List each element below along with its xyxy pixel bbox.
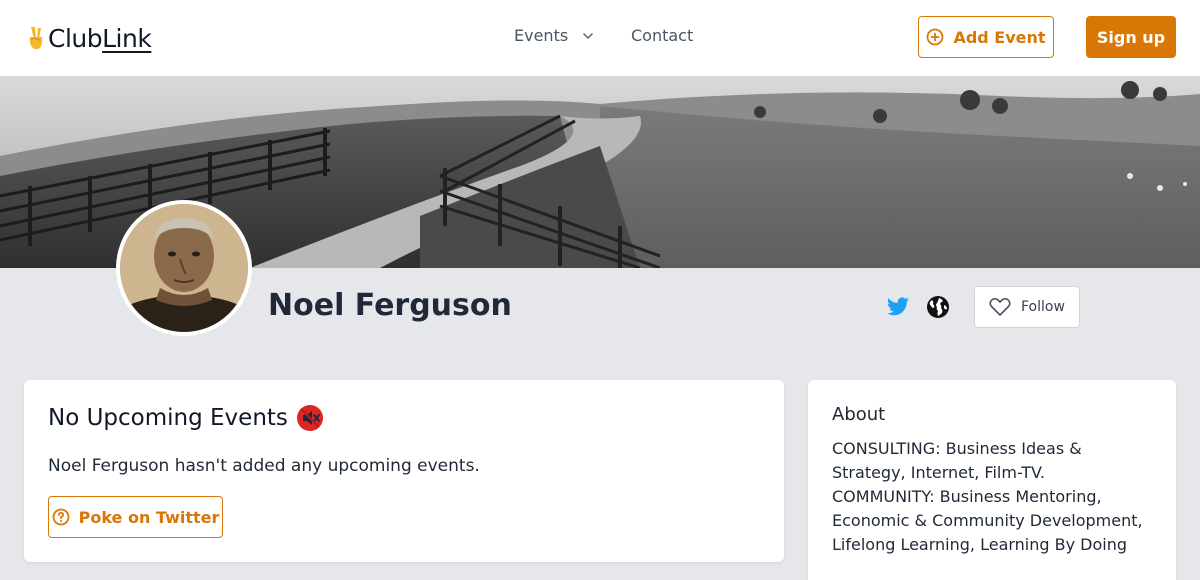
heart-icon xyxy=(989,297,1011,316)
about-text: CONSULTING: Business Ideas & Strategy, I… xyxy=(832,439,1143,554)
nav-events-dropdown[interactable]: Events xyxy=(514,26,594,45)
no-events-message: Noel Ferguson hasn't added any upcoming … xyxy=(48,456,480,476)
events-heading-text: No Upcoming Events xyxy=(48,405,288,431)
question-circle-icon xyxy=(52,508,70,526)
logo-text-link: Link xyxy=(102,23,152,53)
follow-label: Follow xyxy=(1021,299,1065,315)
logo-text-club: Club xyxy=(48,23,103,53)
muted-speaker-icon xyxy=(296,405,323,431)
victory-hand-icon xyxy=(29,27,42,50)
sign-up-button[interactable]: Sign up xyxy=(1086,16,1176,58)
follow-button[interactable]: Follow xyxy=(974,286,1080,328)
profile-avatar xyxy=(116,200,252,336)
poke-label: Poke on Twitter xyxy=(78,507,220,527)
clublink-logo[interactable]: Club Link xyxy=(26,22,152,54)
site-header: Club Link Events Contact Add Event Sign u… xyxy=(0,0,1200,76)
add-event-label: Add Event xyxy=(953,27,1046,47)
about-card: About CONSULTING: Business Ideas & Strat… xyxy=(808,380,1176,580)
chevron-down-icon xyxy=(583,32,593,39)
upcoming-events-card: No Upcoming Events Noel Ferguson hasn't … xyxy=(24,380,784,562)
profile-name: Noel Ferguson xyxy=(268,288,512,323)
about-heading: About xyxy=(832,404,886,425)
events-heading: No Upcoming Events xyxy=(48,404,324,432)
nav-contact-link[interactable]: Contact xyxy=(631,26,693,45)
nav-events-label: Events xyxy=(514,26,569,45)
add-event-button[interactable]: Add Event xyxy=(918,16,1054,58)
globe-icon[interactable] xyxy=(926,295,950,319)
plus-circle-icon xyxy=(927,28,944,46)
avatar-photo xyxy=(120,204,248,332)
poke-on-twitter-button[interactable]: Poke on Twitter xyxy=(48,496,223,538)
twitter-icon[interactable] xyxy=(886,295,910,319)
